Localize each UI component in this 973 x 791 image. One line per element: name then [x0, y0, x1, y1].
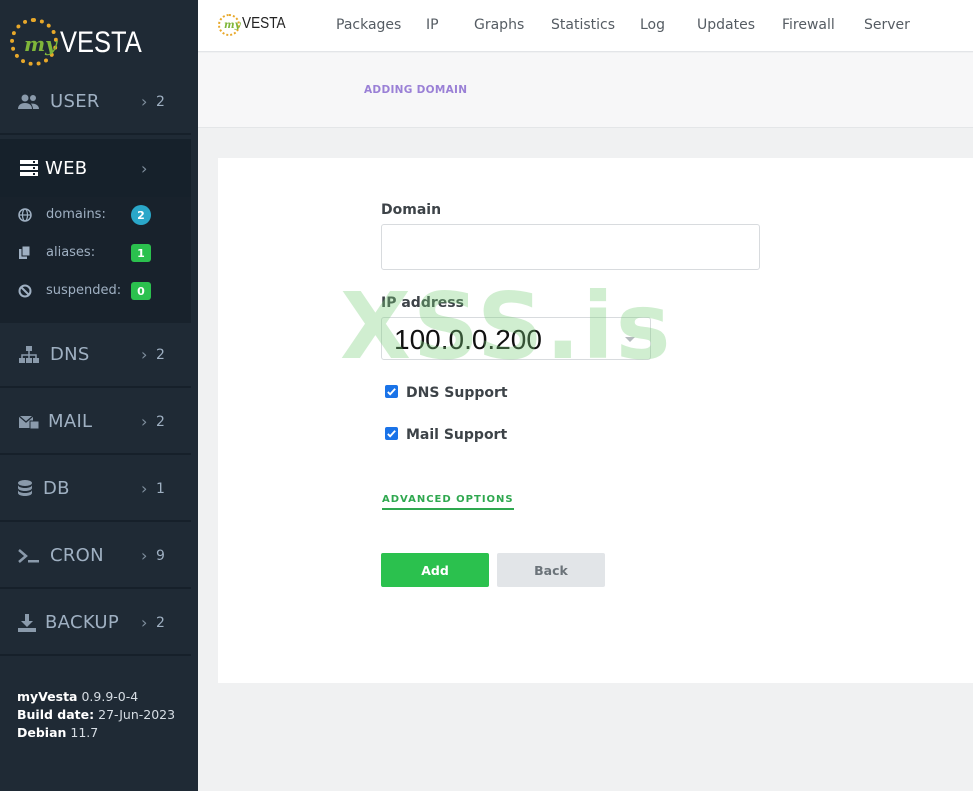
sidebar-item-count: 2 — [156, 93, 165, 110]
ip-address-label: IP address — [381, 295, 464, 311]
database-icon — [14, 479, 36, 499]
mail-icon — [18, 412, 40, 432]
globe-icon — [17, 207, 33, 223]
footer-os-version: 11.7 — [70, 725, 99, 740]
chevron-right-icon: › — [141, 345, 148, 364]
network-icon — [18, 345, 40, 365]
sidebar-item-label: BACKUP — [45, 612, 120, 633]
terminal-icon — [18, 546, 40, 566]
chevron-right-icon: › — [141, 546, 148, 565]
mail-support-checkbox[interactable] — [385, 427, 398, 440]
subnav-item-suspended[interactable]: suspended: 0 — [0, 273, 191, 311]
footer-os-label: Debian — [17, 725, 67, 740]
domain-input[interactable] — [381, 224, 760, 270]
dropdown-arrow-icon — [625, 337, 635, 342]
top-navbar: my VESTA Packages IP Graphs Statistics L… — [198, 0, 973, 52]
sidebar-item-dns[interactable]: DNS › 2 — [0, 323, 191, 388]
footer-product-version: 0.9.9-0-4 — [81, 689, 139, 704]
sidebar-item-user[interactable]: USER › 2 — [0, 70, 191, 135]
sidebar-item-label: DNS — [50, 344, 90, 365]
page-header: ADDING DOMAIN — [198, 53, 973, 128]
footer-build-date: 27-Jun-2023 — [98, 707, 176, 722]
download-icon — [16, 613, 38, 633]
sidebar: my VESTA USER › 2 WEB › domains: 2 alias… — [0, 0, 198, 791]
dns-support-label[interactable]: DNS Support — [406, 385, 508, 401]
count-badge: 2 — [131, 205, 151, 225]
ban-icon — [17, 283, 33, 299]
subnav-label: suspended: — [46, 283, 122, 298]
topnav-updates[interactable]: Updates — [697, 17, 755, 33]
sidebar-item-db[interactable]: DB › 1 — [0, 457, 191, 522]
logo-prefix: my — [224, 20, 241, 31]
footer-build-label: Build date: — [17, 707, 95, 722]
ip-address-value: 100.0.0.200 — [394, 324, 542, 355]
checkmark-icon — [387, 430, 396, 438]
subnav-item-domains[interactable]: domains: 2 — [0, 197, 191, 235]
dns-support-checkbox[interactable] — [385, 385, 398, 398]
sidebar-item-web[interactable]: WEB › — [0, 139, 191, 197]
subnav-label: aliases: — [46, 245, 96, 260]
chevron-right-icon: › — [141, 158, 148, 178]
subnav-item-aliases[interactable]: aliases: 1 — [0, 235, 191, 273]
sidebar-item-backup[interactable]: BACKUP › 2 — [0, 591, 191, 656]
topbar-logo[interactable]: my VESTA — [218, 12, 286, 40]
copy-icon — [17, 245, 33, 261]
sidebar-item-count: 2 — [156, 413, 165, 430]
footer-product-label: myVesta — [17, 689, 78, 704]
chevron-right-icon: › — [141, 479, 148, 498]
topnav-packages[interactable]: Packages — [336, 17, 401, 33]
sidebar-item-label: CRON — [50, 545, 104, 566]
users-icon — [18, 92, 40, 112]
chevron-right-icon: › — [141, 412, 148, 431]
sidebar-item-mail[interactable]: MAIL › 2 — [0, 390, 191, 455]
topnav-statistics[interactable]: Statistics — [551, 17, 615, 33]
sidebar-item-count: 2 — [156, 614, 165, 631]
topnav-firewall[interactable]: Firewall — [782, 17, 835, 33]
domain-label: Domain — [381, 202, 442, 218]
add-domain-form: Domain IP address 100.0.0.200 DNS Suppor… — [218, 158, 973, 683]
logo-name: VESTA — [242, 15, 286, 32]
topnav-log[interactable]: Log — [640, 17, 665, 33]
subnav-label: domains: — [46, 207, 106, 222]
sidebar-item-count: 9 — [156, 547, 165, 564]
sidebar-item-label: WEB — [45, 157, 88, 179]
sidebar-item-count: 1 — [156, 480, 165, 497]
add-button[interactable]: Add — [381, 553, 489, 587]
back-button[interactable]: Back — [497, 553, 605, 587]
vesta-logo[interactable]: my VESTA — [10, 18, 150, 70]
mail-support-label[interactable]: Mail Support — [406, 427, 507, 443]
advanced-options-link[interactable]: ADVANCED OPTIONS — [382, 494, 514, 510]
ip-address-select[interactable]: 100.0.0.200 — [381, 317, 651, 360]
chevron-right-icon: › — [141, 92, 148, 111]
count-badge: 0 — [131, 282, 151, 300]
web-subnav: domains: 2 aliases: 1 suspended: 0 — [0, 197, 191, 323]
version-footer: myVesta 0.9.9-0-4 Build date: 27-Jun-202… — [17, 688, 175, 742]
logo-name: VESTA — [60, 26, 142, 59]
sidebar-item-label: DB — [43, 478, 70, 499]
topnav-ip[interactable]: IP — [426, 17, 439, 33]
chevron-right-icon: › — [141, 613, 148, 632]
sidebar-item-label: USER — [50, 91, 100, 112]
page-title: ADDING DOMAIN — [364, 84, 468, 96]
checkmark-icon — [387, 388, 396, 396]
topnav-server[interactable]: Server — [864, 17, 910, 33]
server-icon — [18, 158, 40, 178]
sidebar-item-count: 2 — [156, 346, 165, 363]
logo-prefix: my — [24, 32, 57, 56]
topnav-graphs[interactable]: Graphs — [474, 17, 524, 33]
count-badge: 1 — [131, 244, 151, 262]
sidebar-item-label: MAIL — [48, 411, 93, 432]
sidebar-item-cron[interactable]: CRON › 9 — [0, 524, 191, 589]
